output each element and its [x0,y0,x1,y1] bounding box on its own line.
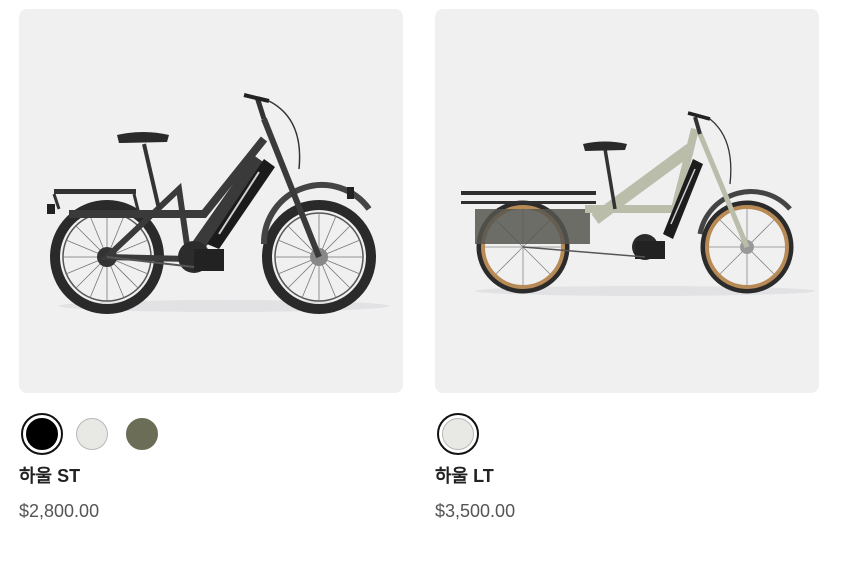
color-swatch-black[interactable] [21,413,63,455]
product-card-haul-lt: 하울 LT $3,500.00 [435,9,819,523]
product-image-haul-lt[interactable] [435,9,819,393]
color-swatch-white[interactable] [437,413,479,455]
product-card-haul-st: 하울 ST $2,800.00 [19,9,403,523]
swatch-color [26,418,58,450]
product-name[interactable]: 하울 ST [19,463,403,489]
product-grid: 하울 ST $2,800.00 하울 LT $3,500.00 [19,9,819,523]
product-image-haul-st[interactable] [19,9,403,393]
color-swatch-white[interactable] [71,413,113,455]
product-name[interactable]: 하울 LT [435,463,819,489]
black-cargo-ebike-image [47,93,389,314]
color-swatch-olive[interactable] [121,413,163,455]
product-price: $2,800.00 [19,501,100,521]
color-swatches [435,413,819,455]
swatch-color [76,418,108,450]
sage-longtail-cargo-ebike-image [461,111,815,296]
color-swatches [19,413,403,455]
product-price: $3,500.00 [435,501,516,521]
swatch-color [442,418,474,450]
swatch-color [126,418,158,450]
